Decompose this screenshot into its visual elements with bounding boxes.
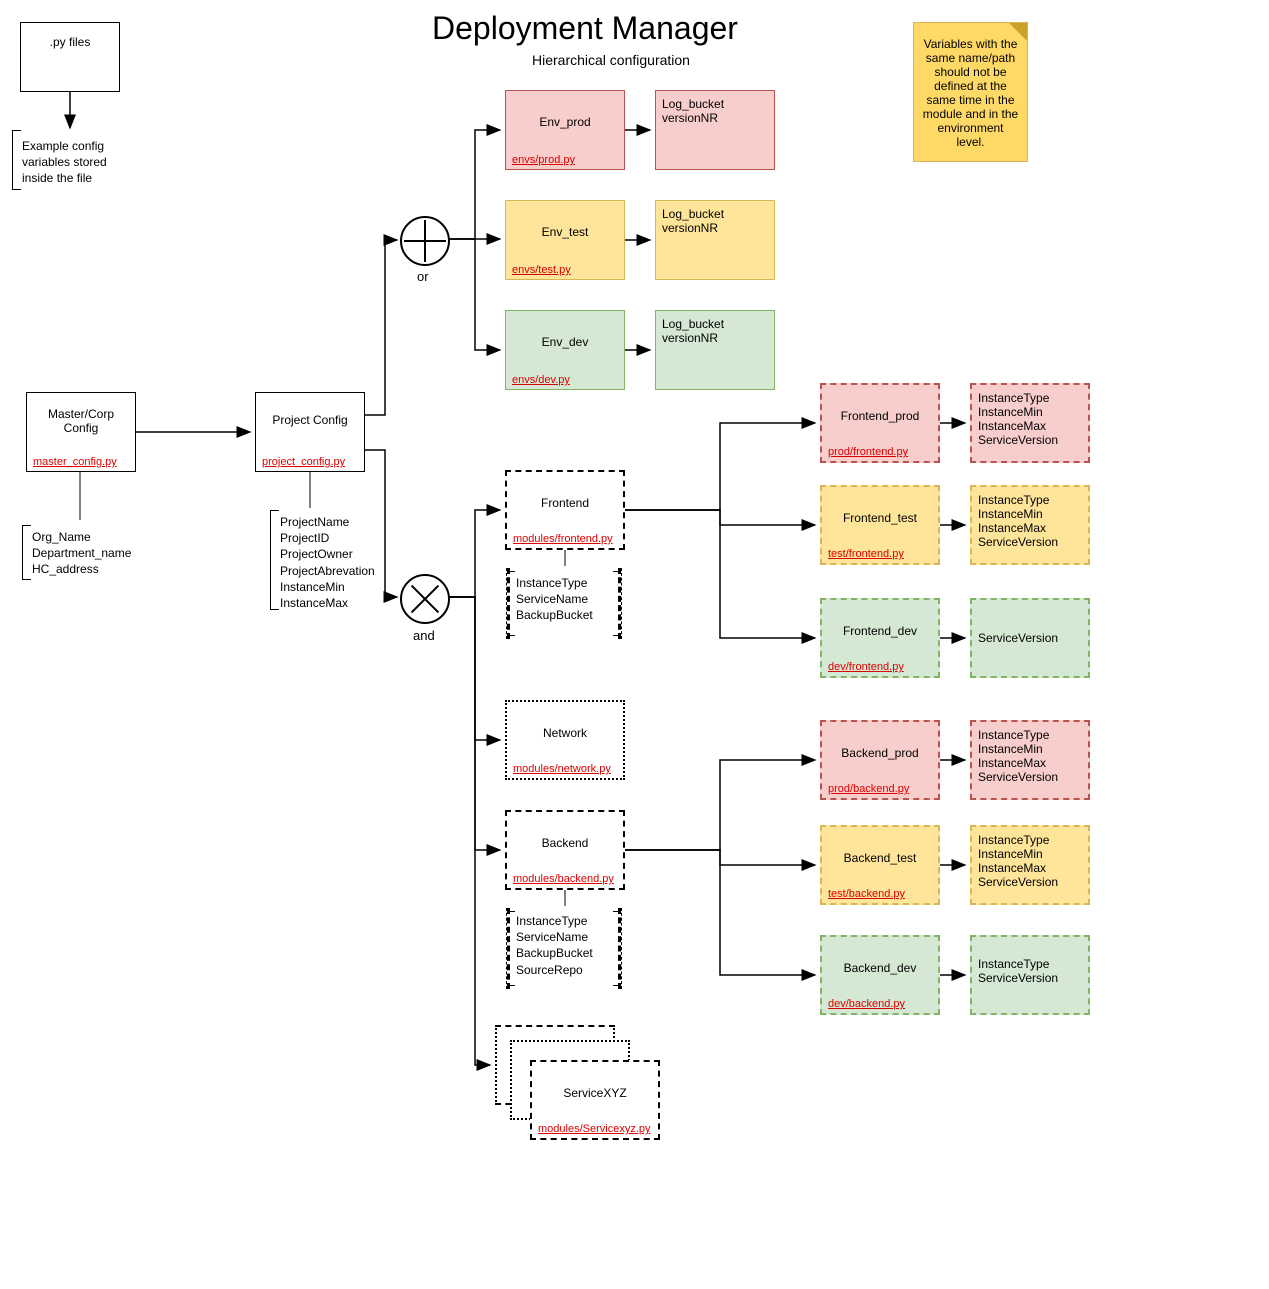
env-dev-box: Env_dev envs/dev.py [505,310,625,390]
master-vars: Org_Name Department_name HC_address [32,529,131,578]
module-servicexyz-box: ServiceXYZ modules/Servicexyz.py [530,1060,660,1140]
or-gate-label: or [417,269,429,284]
backend-prod-vars: InstanceType InstanceMin InstanceMax Ser… [970,720,1090,800]
warning-note: Variables with the same name/path should… [913,22,1028,162]
frontend-prod-vars: InstanceType InstanceMin InstanceMax Ser… [970,383,1090,463]
backend-dev-vars: InstanceType ServiceVersion [970,935,1090,1015]
frontend-prod-box: Frontend_prod prod/frontend.py [820,383,940,463]
frontend-dev-vars: ServiceVersion [970,598,1090,678]
or-gate-icon [400,216,450,266]
frontend-vars-rbracket [618,568,622,639]
warning-note-text: Variables with the same name/path should… [923,37,1018,149]
env-dev-file: envs/dev.py [512,374,570,386]
env-test-box: Env_test envs/test.py [505,200,625,280]
page-subtitle: Hierarchical configuration [532,52,690,68]
and-gate-label: and [413,628,435,643]
frontend-test-box: Frontend_test test/frontend.py [820,485,940,565]
dog-ear-icon [1009,23,1027,41]
backend-vars-bracket [506,908,510,989]
legend-bracket [12,130,13,190]
diagram-canvas: Deployment Manager Hierarchical configur… [0,0,1269,1289]
module-servicexyz-label: ServiceXYZ [538,1086,652,1100]
env-prod-box: Env_prod envs/prod.py [505,90,625,170]
frontend-test-vars: InstanceType InstanceMin InstanceMax Ser… [970,485,1090,565]
frontend-vars-bracket [506,568,510,639]
project-vars-bracket [270,510,271,610]
backend-prod-box: Backend_prod prod/backend.py [820,720,940,800]
frontend-dev-box: Frontend_dev dev/frontend.py [820,598,940,678]
env-prod-label: Env_prod [512,115,618,129]
env-test-vars-box: Log_bucket versionNR [655,200,775,280]
project-vars: ProjectName ProjectID ProjectOwner Proje… [280,514,375,611]
env-prod-vars-box: Log_bucket versionNR [655,90,775,170]
module-backend-box: Backend modules/backend.py [505,810,625,890]
master-config-label: Master/Corp Config [33,407,129,435]
module-backend-label: Backend [513,836,617,850]
master-vars-bracket [22,525,23,580]
env-test-label: Env_test [512,225,618,239]
env-test-file: envs/test.py [512,264,571,276]
module-backend-vars: InstanceType ServiceName BackupBucket So… [516,913,593,978]
module-network-box: Network modules/network.py [505,700,625,780]
env-dev-vars-box: Log_bucket versionNR [655,310,775,390]
env-dev-label: Env_dev [512,335,618,349]
module-frontend-vars: InstanceType ServiceName BackupBucket [516,575,593,624]
module-backend-file: modules/backend.py [513,873,614,885]
module-frontend-box: Frontend modules/frontend.py [505,470,625,550]
module-frontend-file: modules/frontend.py [513,533,613,545]
project-config-label: Project Config [262,413,358,427]
legend-box-label: .py files [27,35,113,49]
backend-dev-box: Backend_dev dev/backend.py [820,935,940,1015]
module-frontend-label: Frontend [513,496,617,510]
project-config-file: project_config.py [262,456,345,468]
module-servicexyz-file: modules/Servicexyz.py [538,1123,651,1135]
and-gate-icon [400,574,450,624]
backend-vars-rbracket [618,908,622,989]
backend-test-box: Backend_test test/backend.py [820,825,940,905]
legend-desc: Example config variables stored inside t… [22,138,107,187]
master-config-box: Master/Corp Config master_config.py [26,392,136,472]
page-title: Deployment Manager [432,10,738,47]
module-network-file: modules/network.py [513,763,611,775]
master-config-file: master_config.py [33,456,117,468]
legend-box: .py files [20,22,120,92]
project-config-box: Project Config project_config.py [255,392,365,472]
module-network-label: Network [513,726,617,740]
backend-test-vars: InstanceType InstanceMin InstanceMax Ser… [970,825,1090,905]
env-prod-file: envs/prod.py [512,154,575,166]
